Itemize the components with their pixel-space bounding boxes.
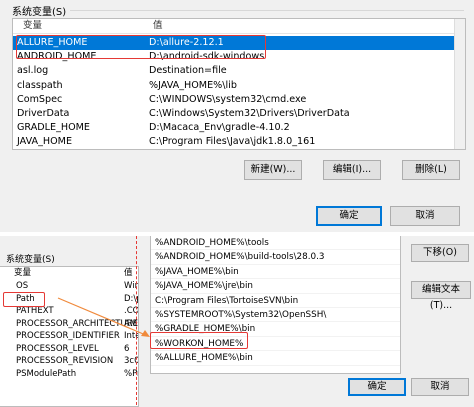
variable-value: C:\WINDOWS\system32\cmd.exe [149,93,307,105]
list-scrollbar[interactable] [454,19,465,149]
table-row[interactable]: GRADLE_HOME D:\Macaca_Env\gradle-4.10.2 [13,121,465,135]
variable-name: classpath [17,79,63,91]
column-header-value[interactable]: 值 [153,19,163,33]
table-row[interactable]: JAVA_HOME C:\Program Files\Java\jdk1.8.0_… [13,135,465,149]
edit-button[interactable]: 编辑(I)... [323,160,381,180]
column-header-variable[interactable]: 变量 [23,19,42,33]
ok-button[interactable]: 确定 [316,206,382,226]
variable-name: JAVA_HOME [17,136,73,148]
variable-value: C:\Program Files\Java\jdk1.8.0_161 [149,136,316,148]
table-row[interactable]: ComSpec C:\WINDOWS\system32\cmd.exe [13,93,465,107]
variable-value: Destination=file [149,65,227,77]
variable-value: D:\Macaca_Env\gradle-4.10.2 [149,122,290,134]
delete-button[interactable]: 删除(L) [402,160,460,180]
list-header: 变量 值 [13,19,465,34]
variable-name: GRADLE_HOME [17,122,90,134]
new-button[interactable]: 新建(W)... [244,160,302,180]
variable-value: %JAVA_HOME%\lib [149,79,237,91]
table-row[interactable]: asl.log Destination=file [13,64,465,78]
ok-button-2[interactable]: 确定 [348,378,406,396]
env-vars-dialog-top: 系统变量(S) 变量 值 ALLURE_HOME D:\allure-2.12.1… [0,0,474,232]
variable-name: DriverData [17,107,70,119]
system-vars-group-label: 系统变量(S) [12,7,67,18]
highlight-allure-home [16,35,266,59]
table-row[interactable]: DriverData C:\Windows\System32\Drivers\Dr… [13,107,465,121]
table-row[interactable]: classpath %JAVA_HOME%\lib [13,79,465,93]
variable-value: C:\Windows\System32\Drivers\DriverData [149,107,350,119]
move-down-button[interactable]: 下移(O) [411,244,469,262]
cancel-button[interactable]: 取消 [390,206,460,226]
edit-text-button[interactable]: 编辑文本(T)... [411,281,471,311]
env-vars-dialog-bottom: 系统变量(S) 变量 值 OSWinPathD:\pPATHEXT.COPROC… [0,236,474,407]
variable-name: asl.log [17,65,49,77]
variable-name: ComSpec [17,93,63,105]
group-divider [70,10,464,11]
cancel-button-2[interactable]: 取消 [411,378,469,396]
